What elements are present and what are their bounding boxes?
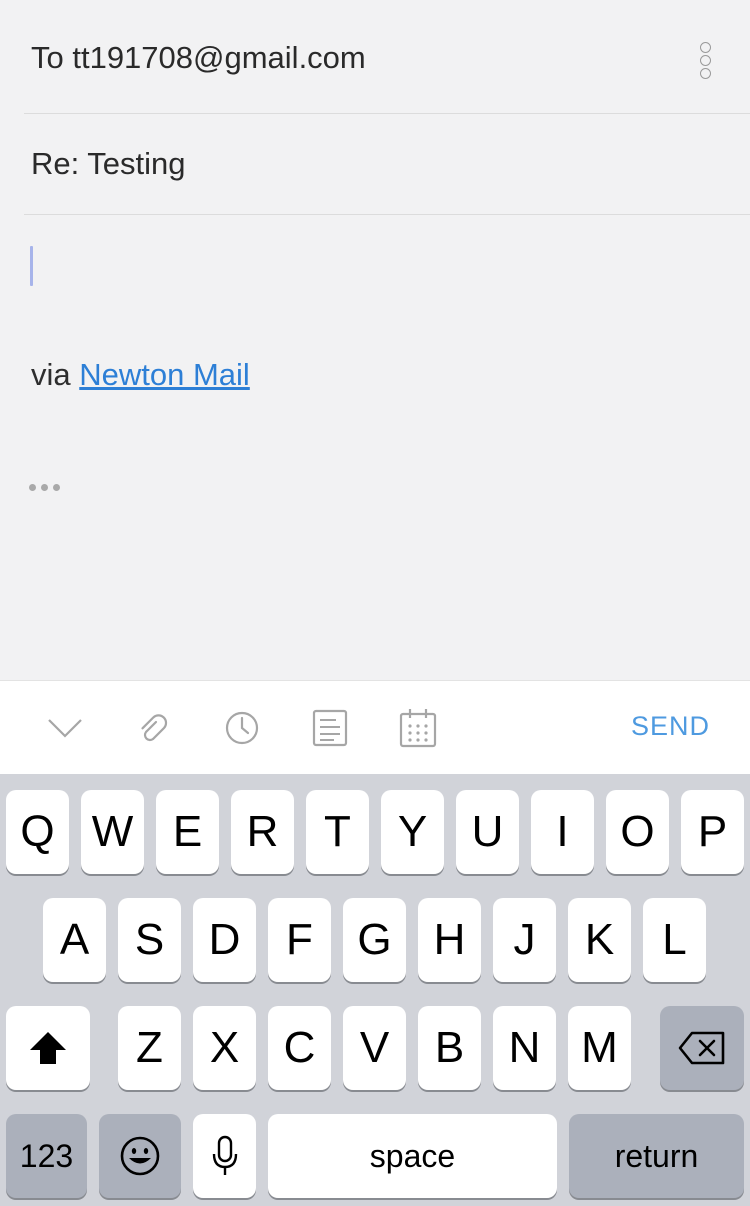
key-o[interactable]: O: [606, 790, 669, 874]
shift-key[interactable]: [6, 1006, 90, 1090]
key-m[interactable]: M: [568, 1006, 631, 1090]
emoji-icon: [120, 1136, 160, 1176]
chevron-down-icon[interactable]: [40, 703, 90, 753]
key-d[interactable]: D: [193, 898, 256, 982]
key-l[interactable]: L: [643, 898, 706, 982]
key-r[interactable]: R: [231, 790, 294, 874]
key-p[interactable]: P: [681, 790, 744, 874]
microphone-icon: [212, 1135, 237, 1175]
numbers-key[interactable]: 123: [6, 1114, 87, 1198]
key-b[interactable]: B: [418, 1006, 481, 1090]
key-s[interactable]: S: [118, 898, 181, 982]
shift-icon: [30, 1032, 66, 1064]
signature-prefix: via: [31, 357, 80, 392]
paperclip-icon[interactable]: [129, 703, 179, 753]
dictation-key[interactable]: [193, 1114, 256, 1198]
emoji-key[interactable]: [99, 1114, 181, 1198]
key-v[interactable]: V: [343, 1006, 406, 1090]
compose-area: To tt191708@gmail.com Re: Testing via Ne…: [0, 0, 750, 680]
key-c[interactable]: C: [268, 1006, 331, 1090]
key-e[interactable]: E: [156, 790, 219, 874]
clock-icon[interactable]: [217, 703, 267, 753]
signature: via Newton Mail: [31, 357, 250, 393]
backspace-icon: [678, 1031, 725, 1065]
key-y[interactable]: Y: [381, 790, 444, 874]
key-w[interactable]: W: [81, 790, 144, 874]
to-recipient[interactable]: To tt191708@gmail.com: [31, 40, 366, 76]
template-icon[interactable]: [305, 703, 355, 753]
key-a[interactable]: A: [43, 898, 106, 982]
subject-field[interactable]: Re: Testing: [24, 114, 750, 215]
send-button[interactable]: SEND: [631, 711, 710, 742]
keyboard: Q W E R T Y U I O P A S D F G H J K L Z …: [0, 774, 750, 1206]
quoted-text-toggle-icon[interactable]: [29, 484, 60, 491]
key-f[interactable]: F: [268, 898, 331, 982]
key-i[interactable]: I: [531, 790, 594, 874]
key-z[interactable]: Z: [118, 1006, 181, 1090]
delete-key[interactable]: [660, 1006, 744, 1090]
key-h[interactable]: H: [418, 898, 481, 982]
key-u[interactable]: U: [456, 790, 519, 874]
key-t[interactable]: T: [306, 790, 369, 874]
key-k[interactable]: K: [568, 898, 631, 982]
space-key[interactable]: space: [268, 1114, 557, 1198]
return-key[interactable]: return: [569, 1114, 744, 1198]
key-j[interactable]: J: [493, 898, 556, 982]
key-q[interactable]: Q: [6, 790, 69, 874]
subject-text[interactable]: Re: Testing: [31, 146, 186, 182]
text-cursor: [30, 246, 33, 286]
key-x[interactable]: X: [193, 1006, 256, 1090]
more-options-icon[interactable]: [698, 42, 712, 80]
key-n[interactable]: N: [493, 1006, 556, 1090]
to-field[interactable]: To tt191708@gmail.com: [24, 0, 750, 114]
newton-mail-link[interactable]: Newton Mail: [79, 357, 250, 392]
compose-toolbar: SEND: [0, 680, 750, 774]
calendar-icon[interactable]: [393, 703, 443, 753]
key-g[interactable]: G: [343, 898, 406, 982]
